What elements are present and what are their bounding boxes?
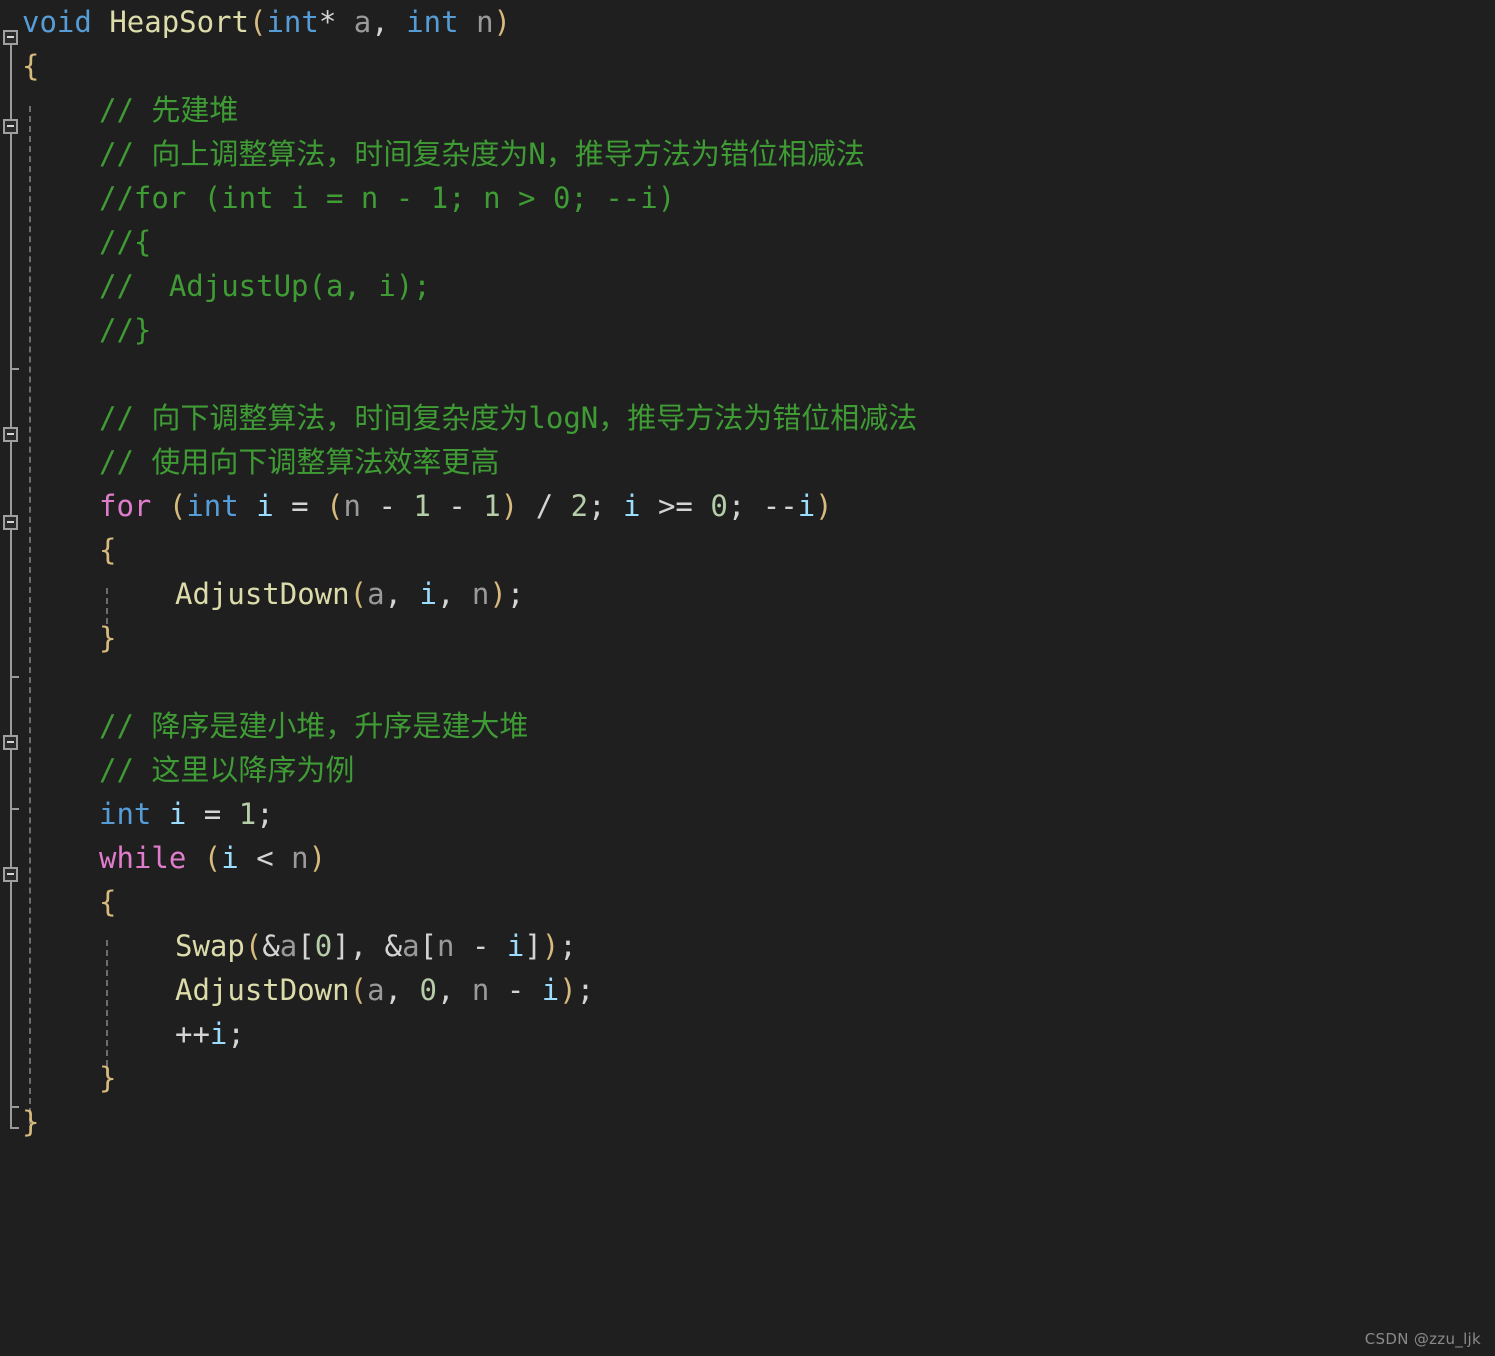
code-line[interactable]: // AdjustUp(a, i); bbox=[0, 264, 1495, 308]
code-line[interactable]: } bbox=[0, 616, 1495, 660]
code-line-blank[interactable] bbox=[0, 352, 1495, 396]
code-line[interactable]: { bbox=[0, 528, 1495, 572]
code-editor[interactable]: void HeapSort(int* a, int n) { // 先建堆 //… bbox=[0, 0, 1495, 1356]
code-line[interactable]: { bbox=[0, 44, 1495, 88]
code-line[interactable]: //{ bbox=[0, 220, 1495, 264]
code-line[interactable]: Swap(&a[0], &a[n - i]); bbox=[0, 924, 1495, 968]
code-line[interactable]: ++i; bbox=[0, 1012, 1495, 1056]
code-line[interactable]: // 降序是建小堆，升序是建大堆 bbox=[0, 704, 1495, 748]
watermark-text: CSDN @zzu_ljk bbox=[1364, 1330, 1481, 1348]
code-line[interactable]: } bbox=[0, 1056, 1495, 1100]
code-line[interactable]: // 使用向下调整算法效率更高 bbox=[0, 440, 1495, 484]
code-line[interactable]: // 先建堆 bbox=[0, 88, 1495, 132]
code-line[interactable]: // 向下调整算法，时间复杂度为logN，推导方法为错位相减法 bbox=[0, 396, 1495, 440]
code-line[interactable]: // 向上调整算法，时间复杂度为N，推导方法为错位相减法 bbox=[0, 132, 1495, 176]
code-line[interactable]: AdjustDown(a, 0, n - i); bbox=[0, 968, 1495, 1012]
code-line[interactable]: int i = 1; bbox=[0, 792, 1495, 836]
code-line[interactable]: //} bbox=[0, 308, 1495, 352]
code-line[interactable]: AdjustDown(a, i, n); bbox=[0, 572, 1495, 616]
code-line[interactable]: } bbox=[0, 1100, 1495, 1144]
code-line[interactable]: for (int i = (n - 1 - 1) / 2; i >= 0; --… bbox=[0, 484, 1495, 528]
code-line[interactable]: while (i < n) bbox=[0, 836, 1495, 880]
code-line[interactable]: void HeapSort(int* a, int n) bbox=[0, 0, 1495, 44]
code-line-blank[interactable] bbox=[0, 660, 1495, 704]
code-line[interactable]: // 这里以降序为例 bbox=[0, 748, 1495, 792]
code-content[interactable]: void HeapSort(int* a, int n) { // 先建堆 //… bbox=[0, 0, 1495, 1144]
code-line[interactable]: { bbox=[0, 880, 1495, 924]
code-line[interactable]: //for (int i = n - 1; n > 0; --i) bbox=[0, 176, 1495, 220]
